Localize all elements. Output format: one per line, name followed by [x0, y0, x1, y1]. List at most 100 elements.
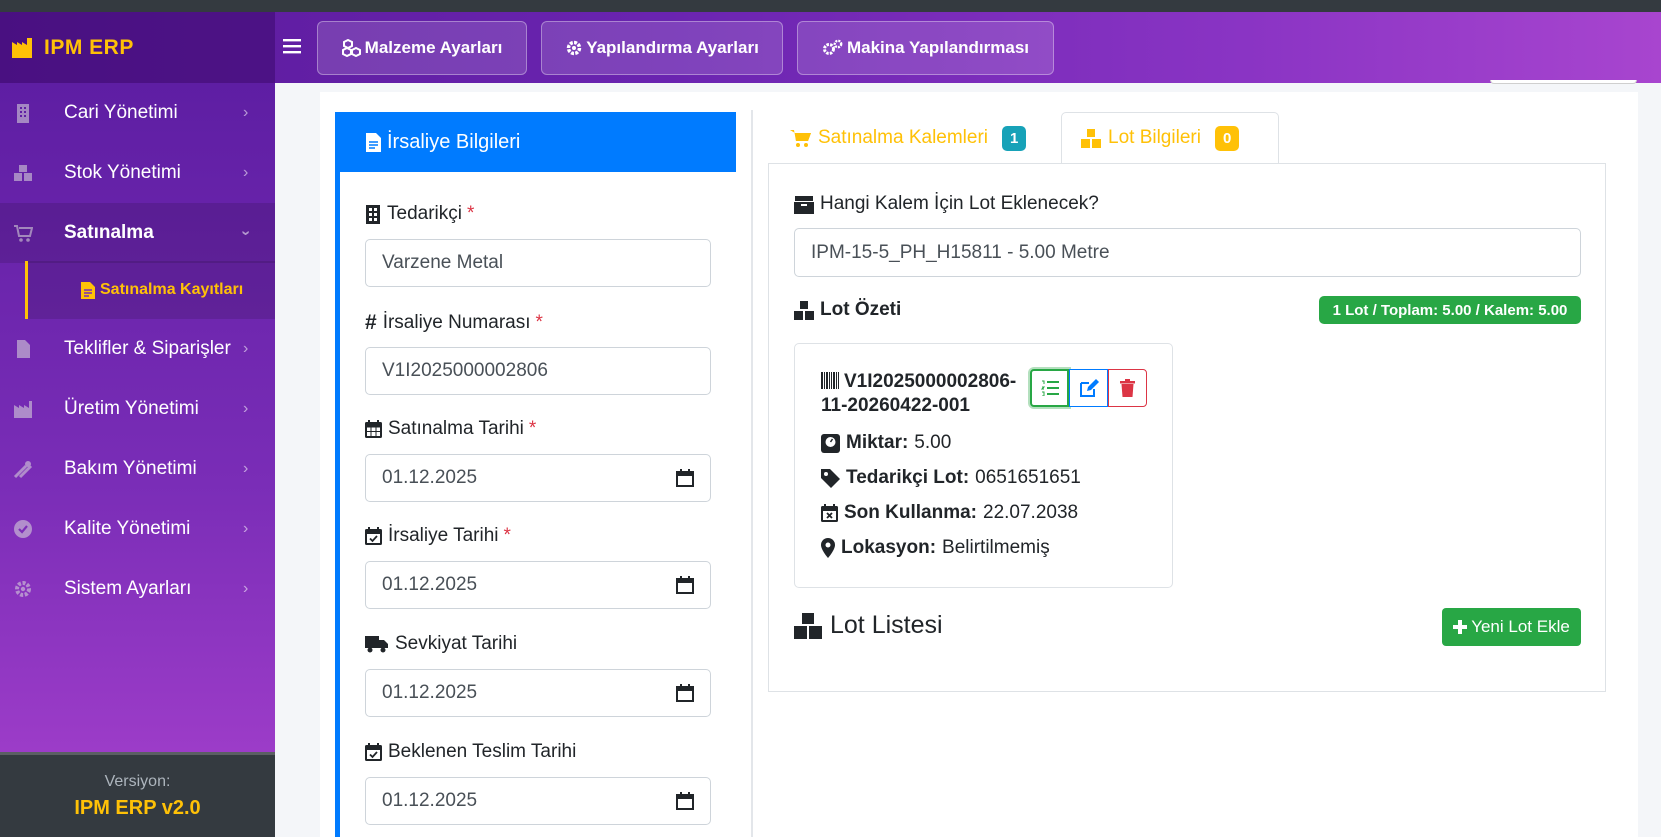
- cart-icon: [14, 225, 33, 242]
- count-badge: 0: [1214, 125, 1240, 151]
- add-lot-button[interactable]: Yeni Lot Ekle: [1442, 608, 1581, 646]
- makina-yapilandirmasi-label: Makina Yapılandırması: [846, 38, 1030, 57]
- scale-icon: [821, 433, 840, 453]
- sidebar-item-label: Sistem Ayarları: [64, 578, 192, 599]
- map-marker-icon: [821, 538, 835, 558]
- irsaliye-tarihi-value: 01.12.2025: [382, 574, 478, 595]
- truck-icon: [365, 636, 388, 653]
- sevkiyat-tarihi-field[interactable]: 01.12.2025: [365, 669, 711, 717]
- trash-icon: [1120, 379, 1135, 397]
- boxes-icon: [1081, 129, 1101, 148]
- tedarikci-value: Varzene Metal: [382, 252, 504, 273]
- brand-name: IPM ERP: [44, 35, 134, 59]
- sidebar-item-cari[interactable]: Cari Yönetimi ›: [0, 83, 275, 143]
- cart-icon: [790, 129, 811, 147]
- cubes-icon: [341, 39, 361, 57]
- edit-icon: [1079, 379, 1099, 397]
- chevron-right-icon: ›: [243, 460, 249, 477]
- box-icon: [794, 195, 814, 214]
- boxes-icon: [794, 300, 814, 320]
- version-value: IPM ERP v2.0: [74, 797, 201, 819]
- yapilandirma-ayarlari-button[interactable]: Yapılandırma Ayarları: [541, 21, 783, 75]
- tedarikci-field[interactable]: Varzene Metal: [365, 239, 711, 287]
- sidebar-item-label: Bakım Yönetimi: [64, 458, 197, 479]
- irsaliye-numarasi-field[interactable]: V1I2025000002806: [365, 347, 711, 395]
- version-label: Versiyon:: [104, 773, 171, 790]
- makina-yapilandirmasi-button[interactable]: Makina Yapılandırması: [797, 21, 1054, 75]
- chevron-right-icon: ›: [243, 400, 249, 417]
- sevkiyat-tarihi-label: Sevkiyat Tarihi: [365, 633, 517, 655]
- calendar-check-icon: [365, 527, 382, 545]
- yapilandirma-ayarlari-label: Yapılandırma Ayarları: [586, 38, 759, 57]
- sidebar-item-label: Kalite Yönetimi: [64, 518, 191, 539]
- lot-edit-button[interactable]: [1069, 369, 1108, 407]
- lot-details-button[interactable]: [1030, 369, 1069, 407]
- beklenen-teslim-tarihi-field[interactable]: 01.12.2025: [365, 777, 711, 825]
- calendar-icon: [365, 420, 382, 438]
- calendar-check-icon: [365, 743, 382, 761]
- top-strip: [0, 0, 1661, 12]
- sidebar-item-label: Teklifler & Siparişler: [64, 338, 231, 359]
- chevron-down-icon: ›: [237, 230, 255, 236]
- tedarikci-label: Tedarikçi *: [365, 203, 474, 225]
- malzeme-ayarlari-label: Malzeme Ayarları: [364, 38, 503, 57]
- lot-item-select[interactable]: IPM-15-5_PH_H15811 - 5.00 Metre: [794, 228, 1581, 277]
- plus-icon: [1453, 620, 1468, 634]
- check-circle-icon: [14, 520, 32, 538]
- hash-icon: #: [365, 311, 377, 334]
- file-icon: [81, 281, 95, 299]
- sidebar-item-kalite[interactable]: Kalite Yönetimi ›: [0, 499, 275, 559]
- building-icon: [17, 104, 29, 123]
- calendar-picker-icon[interactable]: [676, 792, 694, 810]
- tab-satinalma-kalemleri[interactable]: Satınalma Kalemleri 1: [790, 112, 1042, 164]
- lot-summary-badge: 1 Lot / Toplam: 5.00 / Kalem: 5.00: [1319, 296, 1581, 324]
- sidebar-item-stok[interactable]: Stok Yönetimi ›: [0, 143, 275, 203]
- malzeme-ayarlari-button[interactable]: Malzeme Ayarları: [317, 21, 527, 75]
- sidebar-item-teklifler[interactable]: Teklifler & Siparişler ›: [0, 319, 275, 379]
- chevron-right-icon: ›: [243, 340, 249, 357]
- chevron-right-icon: ›: [243, 580, 249, 597]
- calendar-picker-icon[interactable]: [676, 469, 694, 487]
- hamburger-icon: [283, 39, 301, 54]
- gear-icon: [15, 581, 31, 597]
- tab-lot-bilgileri[interactable]: Lot Bilgileri 0: [1061, 112, 1279, 164]
- irsaliye-numarasi-value: V1I2025000002806: [382, 360, 548, 381]
- lot-list-title: Lot Listesi: [794, 611, 943, 640]
- building-icon: [366, 204, 380, 224]
- satinalma-tarihi-label: Satınalma Tarihi *: [365, 418, 536, 440]
- sidebar-item-label: Üretim Yönetimi: [64, 398, 199, 419]
- satinalma-tarihi-value: 01.12.2025: [382, 467, 478, 488]
- lot-supplier-lot: Tedarikçi Lot: 0651651651: [821, 467, 1081, 489]
- lot-quantity: Miktar: 5.00: [821, 432, 951, 454]
- barcode-icon: [821, 372, 839, 389]
- sidebar-item-label: Satınalma: [64, 222, 154, 243]
- lot-summary-title: Lot Özeti: [794, 299, 901, 321]
- sidebar-item-bakim[interactable]: Bakım Yönetimi ›: [0, 439, 275, 499]
- lot-delete-button[interactable]: [1108, 369, 1147, 407]
- brand-logo[interactable]: IPM ERP: [0, 12, 275, 83]
- irsaliye-tarihi-label: İrsaliye Tarihi *: [365, 525, 511, 547]
- chevron-right-icon: ›: [243, 104, 249, 121]
- satinalma-tarihi-field[interactable]: 01.12.2025: [365, 454, 711, 502]
- count-badge: 1: [1002, 125, 1027, 151]
- irsaliye-numarasi-label: # İrsaliye Numarası *: [365, 311, 543, 334]
- sidebar-subitem-satinalma-kayitlari[interactable]: Satınalma Kayıtları: [25, 261, 275, 319]
- sidebar-item-satinalma[interactable]: Satınalma ›: [0, 203, 275, 263]
- calendar-picker-icon[interactable]: [676, 684, 694, 702]
- sidebar-item-label: Cari Yönetimi: [64, 102, 178, 123]
- irsaliye-panel-title: İrsaliye Bilgileri: [387, 130, 521, 153]
- sidebar-item-sistem[interactable]: Sistem Ayarları ›: [0, 559, 275, 619]
- sevkiyat-tarihi-value: 01.12.2025: [382, 682, 478, 703]
- sidebar-item-uretim[interactable]: Üretim Yönetimi ›: [0, 379, 275, 439]
- tag-icon: [821, 468, 840, 488]
- file-icon: [366, 132, 381, 152]
- factory-icon: [12, 37, 32, 58]
- tab-satinalma-kalemleri-label: Satınalma Kalemleri: [818, 127, 989, 148]
- header-corner-element: [1490, 80, 1637, 84]
- calendar-picker-icon[interactable]: [676, 576, 694, 594]
- calendar-x-icon: [821, 504, 838, 522]
- menu-toggle-button[interactable]: [283, 36, 303, 58]
- sidebar: Cari Yönetimi › Stok Yönetimi › Satınalm…: [0, 83, 275, 752]
- irsaliye-tarihi-field[interactable]: 01.12.2025: [365, 561, 711, 609]
- lot-expiry: Son Kullanma: 22.07.2038: [821, 502, 1078, 524]
